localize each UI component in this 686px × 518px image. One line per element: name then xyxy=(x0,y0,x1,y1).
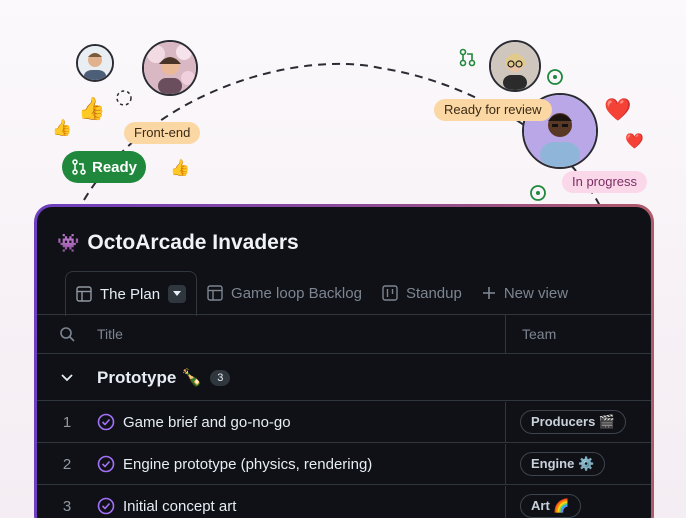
avatar-woman-flowers xyxy=(142,40,198,96)
project-title: OctoArcade Invaders xyxy=(87,231,299,254)
group-count-badge: 3 xyxy=(210,369,231,386)
in-progress-label: In progress xyxy=(562,171,648,193)
row-title-cell[interactable]: Initial concept art xyxy=(97,497,505,515)
issue-closed-icon xyxy=(97,413,115,431)
thumbs-up-icon: 👍 xyxy=(78,96,106,121)
row-number: 3 xyxy=(62,497,72,515)
table-row[interactable]: 3 Initial concept art Art 🌈 xyxy=(37,485,651,518)
table-header: Title Team xyxy=(37,314,651,354)
avatar-woman-glasses xyxy=(489,40,541,92)
search-icon xyxy=(60,327,75,342)
ready-for-review-label: Ready for review xyxy=(434,99,552,121)
board-icon xyxy=(382,285,398,301)
plus-icon xyxy=(482,287,495,299)
thumbs-up-icon: 👍 xyxy=(52,120,72,137)
row-number: 2 xyxy=(62,455,72,473)
chevron-down-icon xyxy=(61,373,73,381)
tab-the-plan[interactable]: The Plan xyxy=(65,271,198,316)
issue-closed-icon xyxy=(97,497,115,515)
pull-request-icon xyxy=(459,48,476,67)
frontend-label: Front-end xyxy=(124,122,201,144)
view-tabs: The Plan Game loop Backlog Standup New v… xyxy=(65,271,651,316)
team-chip[interactable]: Engine ⚙️ xyxy=(520,452,606,476)
tab-game-loop-backlog[interactable]: Game loop Backlog xyxy=(197,271,372,315)
issue-open-icon-top xyxy=(547,69,563,85)
tab-label: The Plan xyxy=(100,285,161,303)
ready-status-badge: Ready xyxy=(62,151,146,183)
group-header[interactable]: Prototype 🍾 3 xyxy=(37,355,651,401)
row-title-cell[interactable]: Engine prototype (physics, rendering) xyxy=(97,455,505,473)
table-row[interactable]: 2 Engine prototype (physics, rendering) … xyxy=(37,443,651,485)
tab-standup[interactable]: Standup xyxy=(372,271,472,315)
triangle-down-icon xyxy=(173,291,182,296)
table-row[interactable]: 1 Game brief and go-no-go Producers 🎬 xyxy=(37,401,651,443)
issue-open-icon-bottom xyxy=(530,185,546,201)
row-number: 1 xyxy=(62,413,72,431)
team-chip[interactable]: Art 🌈 xyxy=(520,494,581,518)
dashed-circle-icon xyxy=(116,90,132,106)
search-button[interactable] xyxy=(37,326,97,342)
issue-closed-icon xyxy=(97,455,115,473)
group-name: Prototype 🍾 xyxy=(97,367,203,387)
ready-label: Ready xyxy=(92,158,138,176)
table-icon xyxy=(207,285,223,301)
new-view-button[interactable]: New view xyxy=(472,271,578,315)
tab-menu-button[interactable] xyxy=(168,285,187,303)
pull-request-icon xyxy=(72,159,86,175)
heart-icon: ❤️ xyxy=(604,97,632,122)
tab-label: Standup xyxy=(405,284,462,302)
row-title[interactable]: Game brief and go-no-go xyxy=(123,414,291,431)
tab-label: Game loop Backlog xyxy=(231,284,362,302)
row-team-cell[interactable]: Engine ⚙️ xyxy=(505,443,651,485)
project-header: 👾 OctoArcade Invaders xyxy=(57,231,299,255)
column-header-title[interactable]: Title xyxy=(97,326,505,342)
row-title[interactable]: Initial concept art xyxy=(123,498,236,515)
space-invader-icon: 👾 xyxy=(57,232,80,253)
row-title-cell[interactable]: Game brief and go-no-go xyxy=(97,413,505,431)
tab-label: New view xyxy=(503,284,569,302)
collapse-group-button[interactable] xyxy=(37,373,97,382)
team-chip[interactable]: Producers 🎬 xyxy=(520,410,627,434)
column-header-team[interactable]: Team xyxy=(505,314,651,354)
row-team-cell[interactable]: Producers 🎬 xyxy=(505,401,651,443)
heart-icon: ❤️ xyxy=(625,133,644,150)
project-panel: 👾 OctoArcade Invaders The Plan Game loop… xyxy=(34,204,654,518)
row-team-cell[interactable]: Art 🌈 xyxy=(505,485,651,518)
table-icon xyxy=(76,286,92,302)
avatar-man-1 xyxy=(76,44,114,82)
thumbs-up-icon: 👍 xyxy=(170,160,190,177)
row-title[interactable]: Engine prototype (physics, rendering) xyxy=(123,456,372,473)
